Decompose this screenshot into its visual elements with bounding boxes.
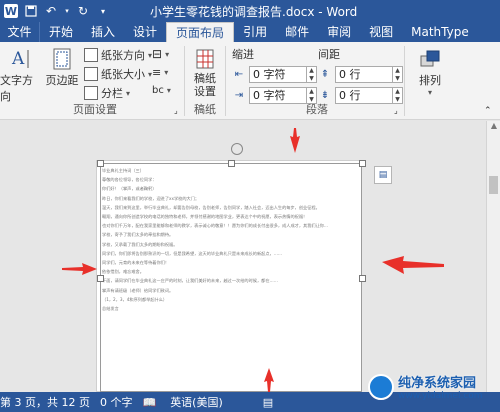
chevron-down-icon: ▾	[126, 88, 131, 98]
page-setup-launcher-icon[interactable]: ⌟	[174, 106, 178, 115]
word-logo-icon: W	[4, 4, 18, 18]
window-title: 小学生零花钱的调查报告.docx - Word	[150, 5, 358, 19]
save-icon[interactable]	[24, 4, 38, 18]
orientation-label: 纸张方向	[101, 49, 145, 62]
red-arrow-left-icon	[62, 263, 97, 275]
manuscript-settings-button[interactable]: 稿纸设置	[188, 46, 222, 98]
tab-insert[interactable]: 插入	[82, 22, 124, 42]
indent-left-arrows[interactable]: ▲ ▼	[307, 66, 317, 83]
indent-heading: 缩进	[232, 48, 254, 61]
manuscript-button-label: 稿纸设置	[194, 72, 216, 98]
vertical-scrollbar[interactable]: ▲	[486, 121, 500, 392]
indent-left-spinner[interactable]: ⇤ 0 字符 ▲ ▼	[232, 66, 317, 83]
tab-page-layout[interactable]: 页面布局	[166, 22, 235, 42]
red-arrow-down-icon	[264, 368, 274, 392]
arrange-icon	[418, 46, 442, 72]
text-direction-icon: A	[9, 46, 33, 72]
chevron-down-icon: ▾	[165, 49, 170, 59]
image-selection-frame[interactable]	[100, 163, 362, 392]
space-before-icon: ⇞	[320, 69, 330, 80]
space-before-spinner[interactable]: ⇞ 0 行 ▲ ▼	[318, 66, 403, 83]
watermark-url: www.yidaimei.com	[398, 391, 483, 401]
page-setup-group-label: 页面设置	[73, 103, 117, 116]
tab-home[interactable]: 开始	[40, 22, 82, 42]
manuscript-group-label: 稿纸	[194, 103, 216, 116]
paper-size-icon	[84, 67, 98, 81]
tab-review[interactable]: 审阅	[318, 22, 360, 42]
site-watermark: 纯净系统家园 www.yidaimei.com	[368, 372, 483, 401]
word-count-status[interactable]: 0 个字	[100, 394, 133, 410]
resize-handle-left[interactable]	[97, 275, 104, 282]
language-status[interactable]: 英语(美国)	[170, 394, 223, 410]
paragraph-launcher-icon[interactable]: ⌟	[394, 106, 398, 115]
orientation-button[interactable]: 纸张方向 ▾	[84, 47, 152, 63]
columns-button[interactable]: 分栏 ▾	[84, 85, 130, 101]
resize-handle-top[interactable]	[228, 160, 235, 167]
tab-mailings[interactable]: 邮件	[276, 22, 318, 42]
red-arrow-right-icon	[382, 256, 444, 274]
ribbon: A 文字方向 页边距 纸张方向 ▾ 纸张大小 ▾ 分栏 ▾ ⊟ ▾ ≡ ▾ bc…	[0, 42, 500, 120]
scroll-up-icon[interactable]: ▲	[487, 121, 500, 133]
chevron-down-icon: ▾	[164, 68, 169, 77]
line-numbers-icon: ≡	[152, 66, 162, 79]
read-mode-icon[interactable]: ▤	[263, 396, 273, 409]
svg-text:A: A	[11, 49, 25, 69]
columns-label: 分栏	[101, 87, 123, 100]
space-before-field[interactable]: 0 行	[335, 66, 393, 83]
arrange-button[interactable]: 排列 ▾	[410, 46, 450, 97]
margins-label: 页边距	[45, 74, 79, 87]
scrollbar-thumb[interactable]	[489, 176, 498, 194]
breaks-button[interactable]: ⊟ ▾	[152, 47, 169, 61]
quick-access-toolbar: W ↶ ▾ ↻ ▾	[0, 4, 110, 18]
ribbon-tabs: 文件 开始 插入 设计 页面布局 引用 邮件 审阅 视图 MathType	[0, 22, 500, 42]
ribbon-separator	[404, 46, 405, 116]
margins-button[interactable]: 页边距	[44, 46, 80, 88]
redo-icon[interactable]: ↻	[76, 4, 90, 18]
chevron-down-icon: ▾	[166, 86, 171, 95]
customize-qat-icon[interactable]: ▾	[96, 4, 110, 18]
arrange-label: 排列	[419, 74, 441, 87]
columns-icon	[84, 86, 98, 100]
margins-icon	[50, 46, 74, 72]
watermark-title: 纯净系统家园	[398, 376, 477, 391]
tab-file[interactable]: 文件	[0, 22, 40, 42]
resize-handle-top-left[interactable]	[97, 160, 104, 167]
proofing-icon[interactable]: 📖	[142, 396, 156, 409]
page-count-status[interactable]: 第 3 页，共 12 页	[0, 394, 90, 410]
undo-dropdown-icon[interactable]: ▾	[64, 4, 70, 18]
indent-left-field[interactable]: 0 字符	[249, 66, 307, 83]
hyphenation-button[interactable]: bc ▾	[152, 85, 171, 96]
space-before-arrows[interactable]: ▲ ▼	[393, 66, 403, 83]
text-direction-label: 文字方向	[0, 74, 33, 103]
title-bar: W ↶ ▾ ↻ ▾ 小学生零花钱的调查报告.docx - Word	[0, 0, 500, 22]
watermark-logo-icon	[368, 373, 394, 400]
size-label: 纸张大小	[101, 68, 145, 81]
orientation-icon	[84, 48, 98, 62]
chevron-down-icon: ▾	[427, 88, 432, 97]
ribbon-separator	[184, 46, 185, 116]
paragraph-group-label: 段落	[306, 103, 328, 116]
tab-mathtype[interactable]: MathType	[402, 22, 478, 42]
tab-design[interactable]: 设计	[124, 22, 166, 42]
tab-view[interactable]: 视图	[360, 22, 402, 42]
tab-references[interactable]: 引用	[234, 22, 276, 42]
manuscript-icon	[193, 46, 217, 72]
text-direction-button[interactable]: A 文字方向	[0, 46, 42, 104]
layout-options-icon[interactable]: ▤	[374, 166, 392, 184]
breaks-icon: ⊟	[152, 47, 163, 61]
resize-handle-top-right[interactable]	[359, 160, 366, 167]
line-numbers-button[interactable]: ≡ ▾	[152, 66, 168, 79]
hyphenation-icon: bc	[152, 85, 164, 96]
ribbon-separator	[225, 46, 226, 116]
red-arrow-up-icon	[290, 128, 300, 153]
resize-handle-right[interactable]	[359, 275, 366, 282]
spacing-heading: 间距	[318, 48, 340, 61]
collapse-ribbon-icon[interactable]: ⌃	[484, 106, 492, 116]
rotate-handle-icon[interactable]	[231, 143, 243, 155]
undo-icon[interactable]: ↶	[44, 4, 58, 18]
indent-left-icon: ⇤	[234, 69, 244, 80]
size-button[interactable]: 纸张大小 ▾	[84, 66, 152, 82]
